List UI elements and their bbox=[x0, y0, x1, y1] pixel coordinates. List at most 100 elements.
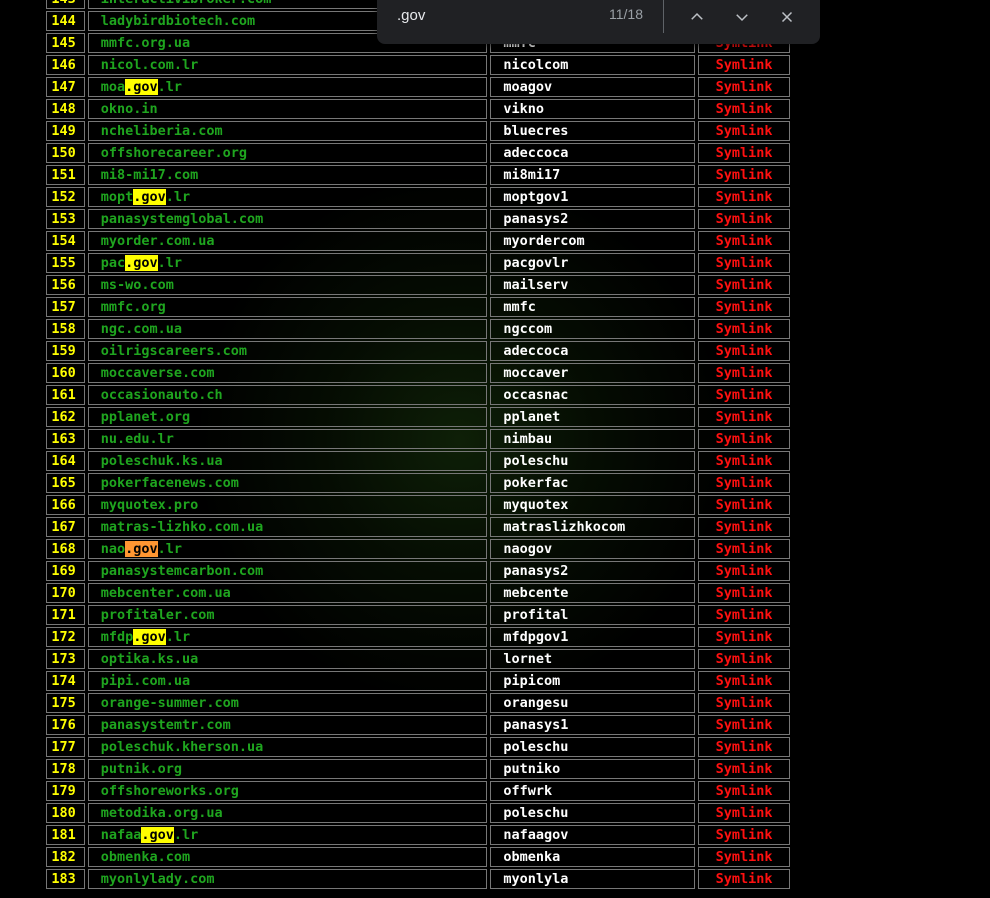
domain-cell[interactable]: moccaverse.com bbox=[87, 363, 488, 383]
domain-cell[interactable]: mi8-mi17.com bbox=[87, 165, 488, 185]
domain-cell[interactable]: panasystemglobal.com bbox=[87, 209, 488, 229]
row-number: 165 bbox=[46, 473, 85, 493]
domain-cell[interactable]: okno.in bbox=[87, 99, 488, 119]
symlink-link[interactable]: Symlink bbox=[698, 143, 790, 163]
username-cell: adeccoca bbox=[490, 341, 696, 361]
symlink-link[interactable]: Symlink bbox=[698, 627, 790, 647]
symlink-link[interactable]: Symlink bbox=[698, 869, 790, 889]
row-number: 148 bbox=[46, 99, 85, 119]
symlink-link[interactable]: Symlink bbox=[698, 583, 790, 603]
domain-cell[interactable]: mopt.gov.lr bbox=[87, 187, 488, 207]
domain-cell[interactable]: pipi.com.ua bbox=[87, 671, 488, 691]
symlink-link[interactable]: Symlink bbox=[698, 231, 790, 251]
symlink-link[interactable]: Symlink bbox=[698, 187, 790, 207]
domain-cell[interactable]: mfdp.gov.lr bbox=[87, 627, 488, 647]
domain-cell[interactable]: panasystemtr.com bbox=[87, 715, 488, 735]
symlink-link[interactable]: Symlink bbox=[698, 341, 790, 361]
domain-cell[interactable]: profitaler.com bbox=[87, 605, 488, 625]
find-input[interactable] bbox=[395, 6, 639, 25]
domain-cell[interactable]: poleschuk.ks.ua bbox=[87, 451, 488, 471]
domain-cell[interactable]: oilrigscareers.com bbox=[87, 341, 488, 361]
domain-cell[interactable]: pplanet.org bbox=[87, 407, 488, 427]
domain-cell[interactable]: pokerfacenews.com bbox=[87, 473, 488, 493]
domain-cell[interactable]: obmenka.com bbox=[87, 847, 488, 867]
domain-cell[interactable]: ncheliberia.com bbox=[87, 121, 488, 141]
symlink-link[interactable]: Symlink bbox=[698, 165, 790, 185]
symlink-link[interactable]: Symlink bbox=[698, 209, 790, 229]
domain-cell[interactable]: mmfc.org bbox=[87, 297, 488, 317]
symlink-link[interactable]: Symlink bbox=[698, 517, 790, 537]
symlink-link[interactable]: Symlink bbox=[698, 407, 790, 427]
symlink-link[interactable]: Symlink bbox=[698, 363, 790, 383]
row-number: 180 bbox=[46, 803, 85, 823]
domain-cell[interactable]: pac.gov.lr bbox=[87, 253, 488, 273]
domain-cell[interactable]: nao.gov.lr bbox=[87, 539, 488, 559]
symlink-link[interactable]: Symlink bbox=[698, 473, 790, 493]
symlink-link[interactable]: Symlink bbox=[698, 253, 790, 273]
table-row: 181 nafaa.gov.lr nafaagov Symlink bbox=[46, 825, 790, 845]
symlink-link[interactable]: Symlink bbox=[698, 781, 790, 801]
row-number: 143 bbox=[46, 0, 85, 9]
domain-cell[interactable]: offshorecareer.org bbox=[87, 143, 488, 163]
symlink-link[interactable]: Symlink bbox=[698, 561, 790, 581]
domain-cell[interactable]: nicol.com.lr bbox=[87, 55, 488, 75]
table-row: 165 pokerfacenews.com pokerfac Symlink bbox=[46, 473, 790, 493]
domain-text: .lr bbox=[157, 79, 183, 95]
symlink-link[interactable]: Symlink bbox=[698, 55, 790, 75]
next-match-button[interactable] bbox=[730, 5, 754, 29]
symlink-link[interactable]: Symlink bbox=[698, 737, 790, 757]
previous-match-button[interactable] bbox=[685, 5, 709, 29]
symlink-link[interactable]: Symlink bbox=[698, 825, 790, 845]
domain-cell[interactable]: matras-lizhko.com.ua bbox=[87, 517, 488, 537]
table-row: 156 ms-wo.com mailserv Symlink bbox=[46, 275, 790, 295]
symlink-link[interactable]: Symlink bbox=[698, 99, 790, 119]
domain-cell[interactable]: ms-wo.com bbox=[87, 275, 488, 295]
symlink-link[interactable]: Symlink bbox=[698, 649, 790, 669]
symlink-link[interactable]: Symlink bbox=[698, 451, 790, 471]
table-row: 155 pac.gov.lr pacgovlr Symlink bbox=[46, 253, 790, 273]
symlink-link[interactable]: Symlink bbox=[698, 847, 790, 867]
table-row: 176 panasystemtr.com panasys1 Symlink bbox=[46, 715, 790, 735]
symlink-link[interactable]: Symlink bbox=[698, 759, 790, 779]
symlink-link[interactable]: Symlink bbox=[698, 429, 790, 449]
symlink-link[interactable]: Symlink bbox=[698, 693, 790, 713]
table-row: 167 matras-lizhko.com.ua matraslizhkocom Sy… bbox=[46, 517, 790, 537]
domain-cell[interactable]: putnik.org bbox=[87, 759, 488, 779]
domain-cell[interactable]: ngc.com.ua bbox=[87, 319, 488, 339]
search-match-highlight: .gov bbox=[125, 255, 158, 271]
domain-cell[interactable]: occasionauto.ch bbox=[87, 385, 488, 405]
symlink-link[interactable]: Symlink bbox=[698, 539, 790, 559]
symlink-link[interactable]: Symlink bbox=[698, 671, 790, 691]
username-cell: ngccom bbox=[490, 319, 696, 339]
row-number: 145 bbox=[46, 33, 85, 53]
symlink-link[interactable]: Symlink bbox=[698, 385, 790, 405]
domain-cell[interactable]: offshoreworks.org bbox=[87, 781, 488, 801]
domain-cell[interactable]: nafaa.gov.lr bbox=[87, 825, 488, 845]
username-cell: myordercom bbox=[490, 231, 696, 251]
domain-cell[interactable]: myquotex.pro bbox=[87, 495, 488, 515]
username-cell: profital bbox=[490, 605, 696, 625]
symlink-link[interactable]: Symlink bbox=[698, 77, 790, 97]
symlink-link[interactable]: Symlink bbox=[698, 495, 790, 515]
symlink-link[interactable]: Symlink bbox=[698, 121, 790, 141]
domain-cell[interactable]: mebcenter.com.ua bbox=[87, 583, 488, 603]
domain-cell[interactable]: myorder.com.ua bbox=[87, 231, 488, 251]
symlink-link[interactable]: Symlink bbox=[698, 605, 790, 625]
domain-cell[interactable]: myonlylady.com bbox=[87, 869, 488, 889]
domain-cell[interactable]: moa.gov.lr bbox=[87, 77, 488, 97]
close-find-button[interactable] bbox=[775, 5, 799, 29]
domain-cell[interactable]: panasystemcarbon.com bbox=[87, 561, 488, 581]
symlink-link[interactable]: Symlink bbox=[698, 803, 790, 823]
domain-cell[interactable]: orange-summer.com bbox=[87, 693, 488, 713]
row-number: 159 bbox=[46, 341, 85, 361]
row-number: 163 bbox=[46, 429, 85, 449]
symlink-link[interactable]: Symlink bbox=[698, 275, 790, 295]
row-number: 177 bbox=[46, 737, 85, 757]
domain-cell[interactable]: optika.ks.ua bbox=[87, 649, 488, 669]
symlink-link[interactable]: Symlink bbox=[698, 297, 790, 317]
domain-cell[interactable]: metodika.org.ua bbox=[87, 803, 488, 823]
domain-cell[interactable]: poleschuk.kherson.ua bbox=[87, 737, 488, 757]
symlink-link[interactable]: Symlink bbox=[698, 715, 790, 735]
domain-cell[interactable]: nu.edu.lr bbox=[87, 429, 488, 449]
symlink-link[interactable]: Symlink bbox=[698, 319, 790, 339]
